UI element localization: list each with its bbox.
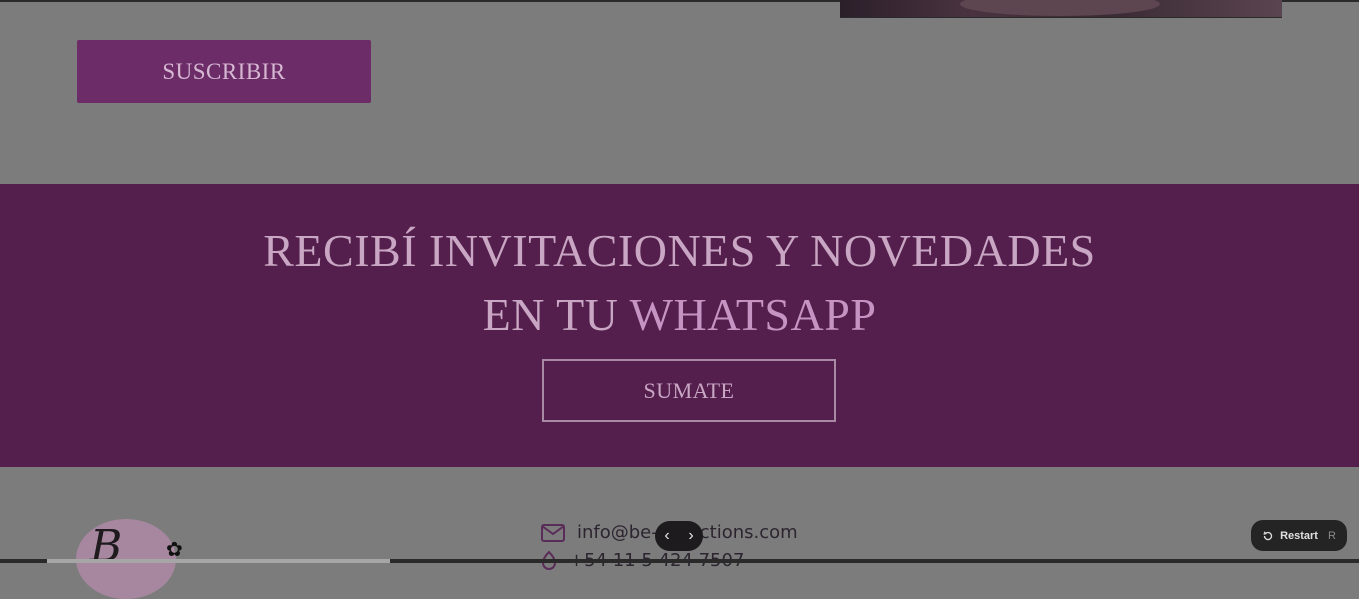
restart-shortcut: R [1327, 529, 1336, 542]
progress-fill [47, 559, 390, 563]
subscribe-button[interactable]: SUSCRIBIR [77, 40, 371, 103]
chevron-left-icon[interactable]: ‹ [664, 527, 669, 545]
restart-button[interactable]: Restart R [1251, 520, 1347, 551]
banner-headline-prefix: EN TU [482, 289, 630, 340]
chevron-right-icon[interactable]: › [688, 527, 693, 545]
banner-headline-accent: WHATSAPP [629, 289, 877, 340]
banner-headline-line1: RECIBÍ INVITACIONES Y NOVEDADES [263, 225, 1096, 276]
logo-letter: B [90, 521, 123, 572]
product-photo [840, 0, 1282, 18]
progress-bar [0, 559, 1359, 563]
restart-label: Restart [1280, 529, 1318, 542]
sumate-button[interactable]: SUMATE [542, 359, 836, 422]
carousel-nav: ‹ › [655, 521, 703, 551]
mail-icon [541, 523, 565, 542]
photo-detail [960, 0, 1160, 16]
restart-icon [1263, 530, 1273, 540]
brand-logo[interactable]: B ✿ [76, 519, 186, 599]
banner-headline-line2: EN TU WHATSAPP [0, 288, 1359, 341]
